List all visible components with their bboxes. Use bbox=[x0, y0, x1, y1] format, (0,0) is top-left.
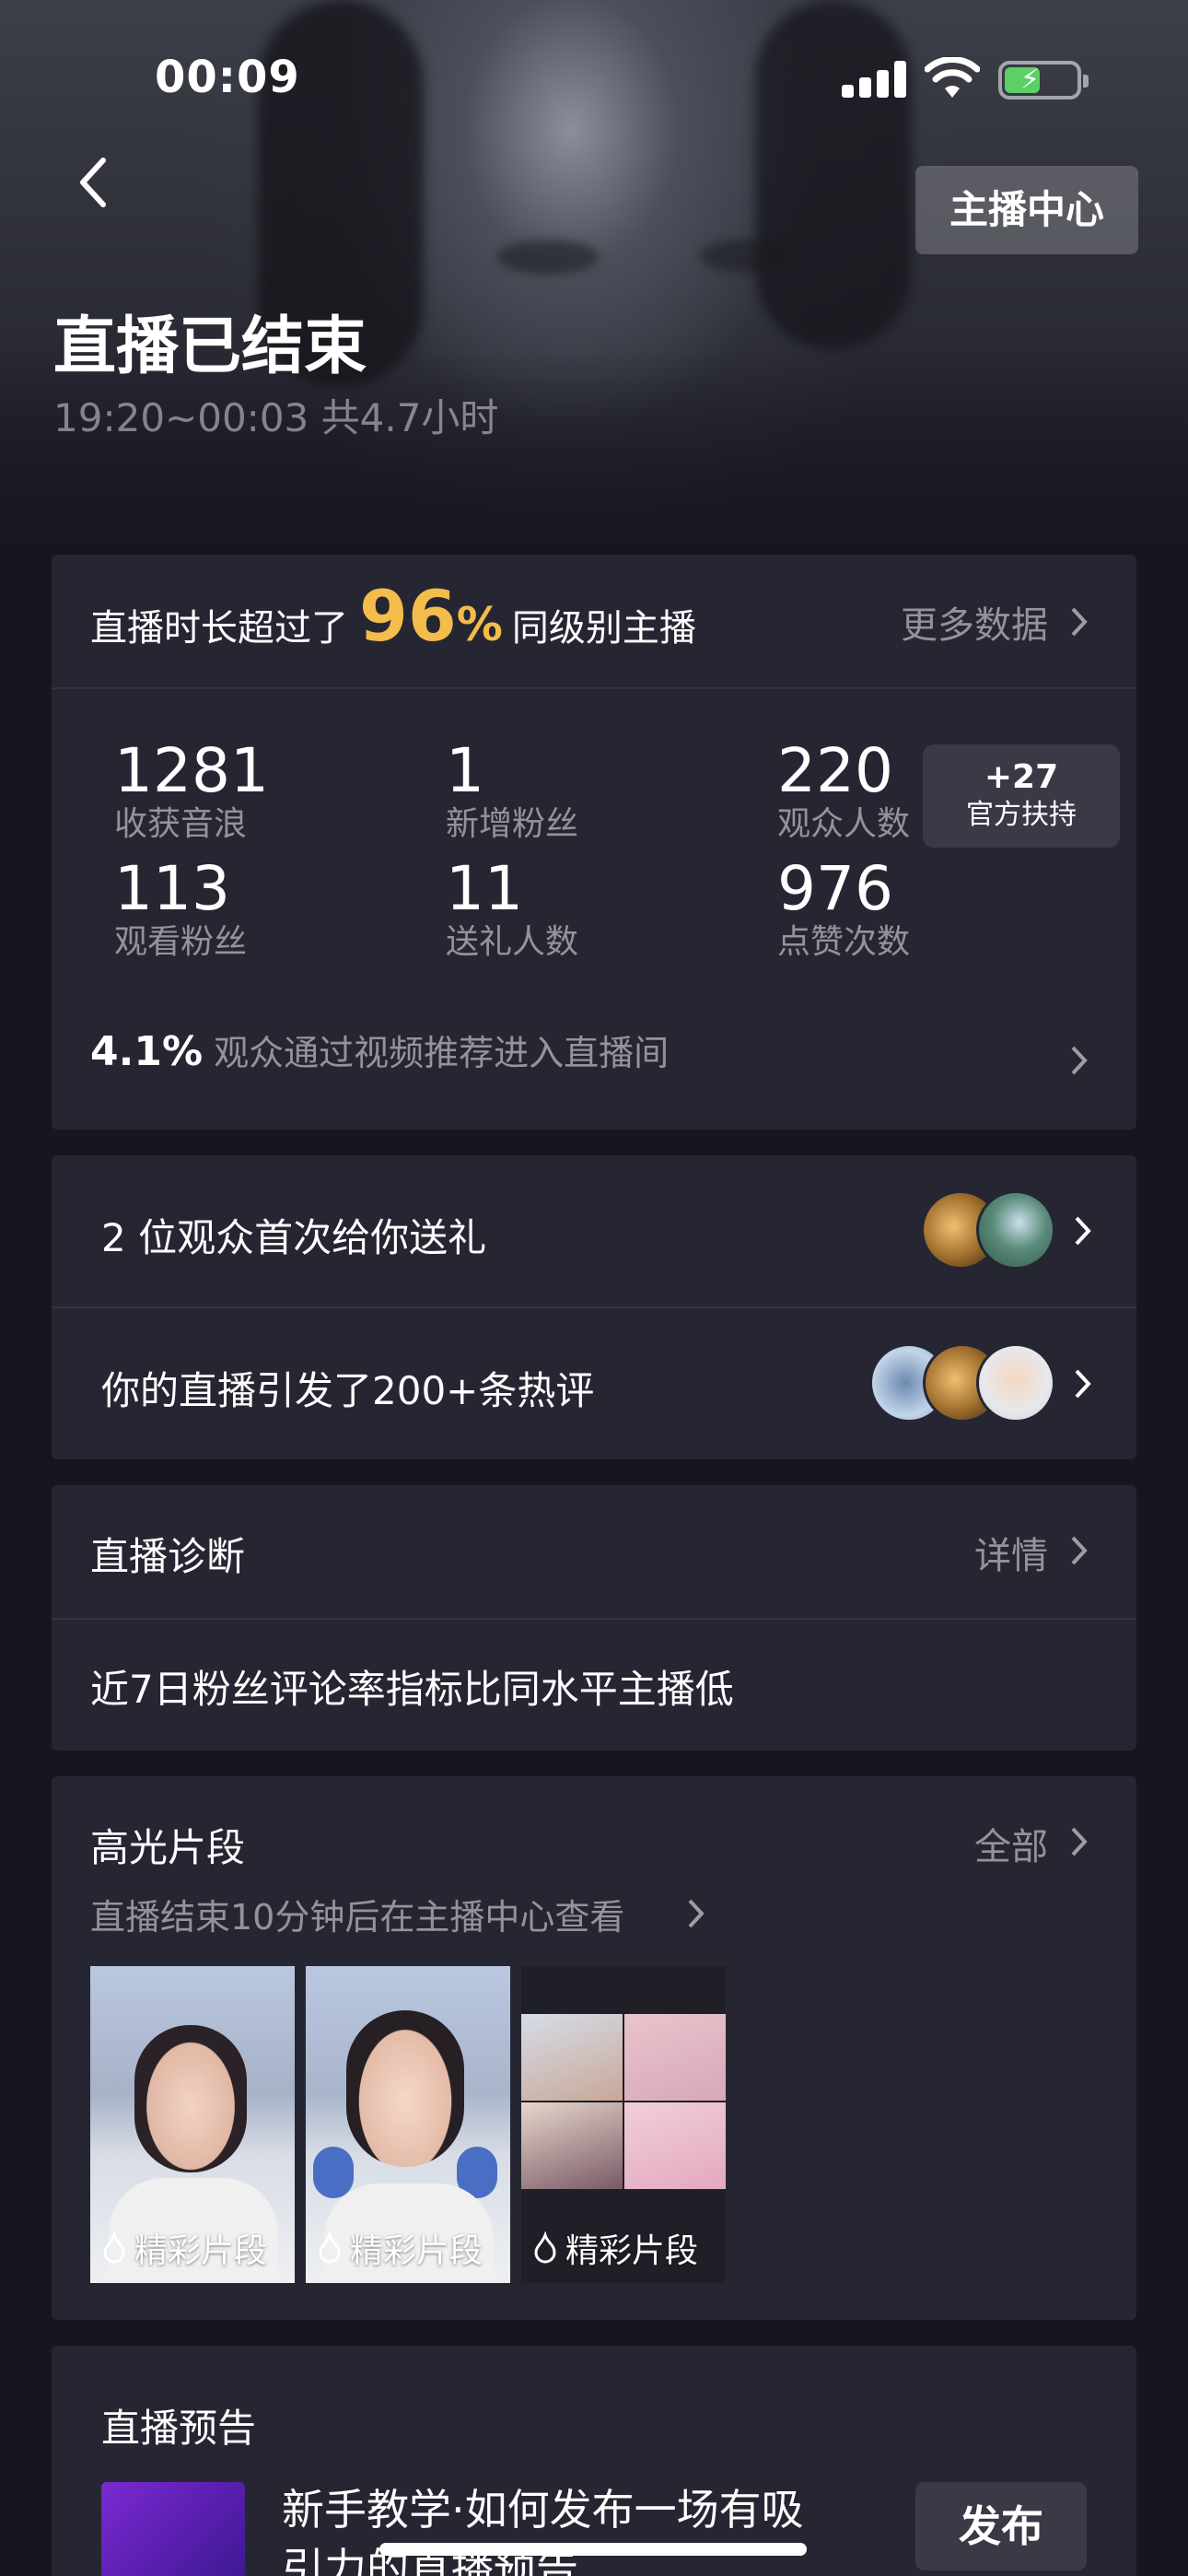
engagement-card: 2 位观众首次给你送礼 你的直播引发了200+条热评 bbox=[52, 1155, 1136, 1459]
wifi-icon bbox=[925, 57, 980, 98]
chevron-right-icon[interactable] bbox=[1070, 606, 1089, 638]
chevron-right-icon[interactable] bbox=[687, 1898, 705, 1929]
highlight-clip[interactable]: 精彩片段 bbox=[521, 1966, 726, 2283]
cellular-signal-icon bbox=[842, 61, 906, 98]
duration-rank-percent: 96% bbox=[359, 575, 503, 657]
metric-new-fans: 1 新增粉丝 bbox=[446, 735, 579, 844]
battery-charging-icon: ⚡ bbox=[998, 61, 1089, 100]
diagnosis-detail-link[interactable]: 详情 bbox=[974, 1526, 1048, 1579]
chevron-right-icon[interactable] bbox=[1074, 1368, 1092, 1399]
flame-icon bbox=[319, 2231, 341, 2264]
diagnosis-title: 直播诊断 bbox=[90, 1534, 246, 1579]
first-gift-text: 2 位观众首次给你送礼 bbox=[101, 1215, 487, 1260]
live-stats-card: 直播时长超过了 96% 同级别主播 更多数据 1281 收获音浪 1 新增粉丝 22… bbox=[52, 555, 1136, 1130]
recommend-entry-line[interactable]: 4.1% 观众通过视频推荐进入直播间 bbox=[90, 1025, 669, 1075]
publish-button[interactable]: 发布 bbox=[915, 2482, 1087, 2570]
highlight-clip[interactable]: 精彩片段 bbox=[306, 1966, 510, 2283]
live-time-summary: 19:20~00:03 共4.7小时 bbox=[53, 387, 498, 443]
highlights-title: 高光片段 bbox=[90, 1825, 246, 1870]
more-data-link[interactable]: 更多数据 bbox=[901, 595, 1048, 649]
metric-gift-senders: 11 送礼人数 bbox=[446, 853, 579, 962]
live-duration: 共4.7小时 bbox=[320, 395, 499, 440]
page-title: 直播已结束 bbox=[53, 310, 367, 383]
status-bar: 00:09 ⚡ bbox=[0, 0, 1188, 157]
diagnosis-card: 直播诊断 详情 近7日粉丝评论率指标比同水平主播低 bbox=[52, 1485, 1136, 1751]
flame-icon bbox=[103, 2231, 125, 2264]
first-gift-row[interactable]: 2 位观众首次给你送礼 bbox=[52, 1155, 1136, 1306]
chevron-right-icon[interactable] bbox=[1074, 1215, 1092, 1247]
highlights-hint[interactable]: 直播结束10分钟后在主播中心查看 bbox=[90, 1889, 624, 1939]
highlights-card: 高光片段 全部 直播结束10分钟后在主播中心查看 精彩片段 精彩片段 精彩片段 bbox=[52, 1776, 1136, 2320]
hot-comments-text: 你的直播引发了200+条热评 bbox=[101, 1368, 595, 1413]
anchor-center-button[interactable]: 主播中心 bbox=[915, 166, 1138, 254]
chevron-right-icon[interactable] bbox=[1070, 1045, 1089, 1076]
avatar bbox=[976, 1190, 1055, 1270]
hot-comments-row[interactable]: 你的直播引发了200+条热评 bbox=[52, 1308, 1136, 1459]
highlight-clip-list: 精彩片段 精彩片段 精彩片段 bbox=[90, 1966, 772, 2283]
preview-item-thumbnail[interactable] bbox=[101, 2482, 245, 2576]
highlight-clip[interactable]: 精彩片段 bbox=[90, 1966, 295, 2283]
live-preview-card: 直播预告 新手教学·如何发布一场有吸 引力的直播预告 发布 bbox=[52, 2346, 1136, 2576]
avatar bbox=[976, 1343, 1055, 1423]
duration-rank-text: 直播时长超过了 96% 同级别主播 bbox=[90, 575, 696, 657]
metric-sound-waves: 1281 收获音浪 bbox=[114, 735, 269, 844]
clip-label: 精彩片段 bbox=[315, 2224, 483, 2272]
chevron-right-icon[interactable] bbox=[1070, 1826, 1089, 1857]
live-time-range: 19:20~00:03 bbox=[53, 395, 309, 440]
home-indicator bbox=[379, 2543, 807, 2556]
metric-fan-viewers: 113 观看粉丝 bbox=[114, 853, 248, 962]
highlights-all-link[interactable]: 全部 bbox=[974, 1817, 1048, 1870]
metric-likes: 976 点赞次数 bbox=[777, 853, 911, 962]
metric-viewers: 220 观众人数 bbox=[777, 735, 911, 844]
chevron-right-icon[interactable] bbox=[1070, 1535, 1089, 1566]
diagnosis-message: 近7日粉丝评论率指标比同水平主播低 bbox=[90, 1667, 734, 1712]
status-time: 00:09 bbox=[155, 52, 300, 103]
live-preview-title: 直播预告 bbox=[101, 2406, 257, 2451]
official-support-badge: +27 官方扶持 bbox=[923, 744, 1120, 848]
clip-label: 精彩片段 bbox=[530, 2224, 698, 2272]
clip-label: 精彩片段 bbox=[99, 2224, 267, 2272]
flame-icon bbox=[534, 2231, 556, 2264]
back-arrow-icon[interactable] bbox=[70, 153, 122, 212]
preview-item-text[interactable]: 新手教学·如何发布一场有吸 引力的直播预告 bbox=[282, 2480, 890, 2576]
